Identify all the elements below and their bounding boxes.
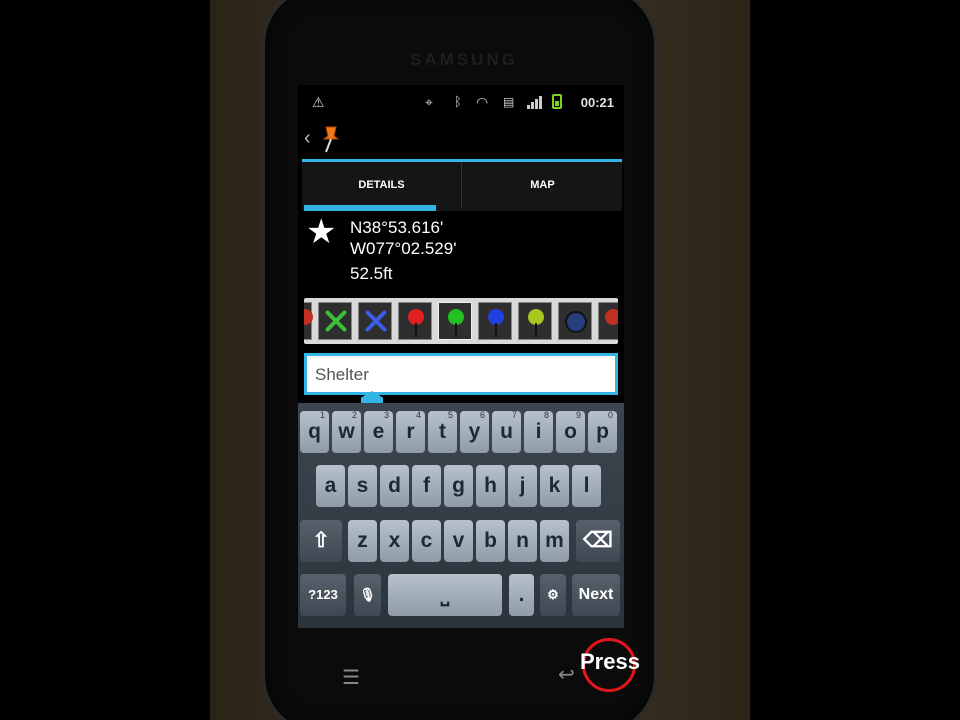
key-c[interactable]: c — [412, 520, 441, 562]
symbol-dot-navy[interactable] — [558, 302, 592, 340]
bluetooth-icon: ᛒ — [454, 94, 462, 109]
key-j[interactable]: j — [508, 465, 537, 507]
key-k[interactable]: k — [540, 465, 569, 507]
action-bar: ‹ — [298, 121, 624, 161]
key-y[interactable]: 6y — [460, 410, 489, 453]
key-u[interactable]: 7u — [492, 410, 521, 453]
signal-icon — [527, 96, 543, 109]
waypoint-name-input[interactable]: Shelter — [304, 353, 618, 395]
next-key[interactable]: Next — [572, 574, 620, 616]
microphone-icon[interactable]: 🎙 — [354, 574, 381, 616]
key-m[interactable]: m — [540, 520, 569, 562]
key-b[interactable]: b — [476, 520, 505, 562]
symbol-partial-left[interactable] — [304, 302, 313, 340]
key-t[interactable]: 5t — [428, 410, 457, 453]
symbol-pin-green[interactable] — [438, 302, 472, 340]
key-s[interactable]: s — [348, 465, 377, 507]
key-z[interactable]: z — [348, 520, 377, 562]
status-time: 00:21 — [580, 95, 614, 110]
space-key[interactable]: ⎵ — [388, 574, 502, 616]
press-label: Press — [580, 649, 640, 674]
key-q[interactable]: 1q — [300, 410, 329, 453]
key-o[interactable]: 9o — [556, 410, 585, 453]
gps-icon: ⌖ — [425, 94, 433, 110]
key-e[interactable]: 3e — [364, 410, 393, 453]
key-p[interactable]: 0p — [588, 410, 617, 453]
chevron-left-icon[interactable]: ‹ — [304, 127, 311, 150]
star-icon[interactable]: ★ — [306, 215, 336, 249]
latitude-text: N38°53.616' — [350, 218, 444, 237]
tab-map[interactable]: MAP — [463, 162, 622, 208]
settings-gear-icon[interactable]: ⚙ — [540, 574, 566, 616]
numbers-key[interactable]: ?123 — [300, 574, 346, 616]
key-i[interactable]: 8i — [524, 410, 553, 453]
symbol-x-green[interactable] — [318, 302, 352, 340]
brand-logo: SAMSUNG — [410, 50, 518, 69]
battery-icon — [552, 94, 562, 109]
key-a[interactable]: a — [316, 465, 345, 507]
menu-icon[interactable]: ☰ — [342, 665, 360, 690]
tab-bar: DETAILS MAP — [302, 159, 622, 211]
back-icon[interactable]: ↩ — [558, 662, 575, 687]
symbol-partial-right[interactable] — [598, 302, 618, 340]
key-h[interactable]: h — [476, 465, 505, 507]
key-d[interactable]: d — [380, 465, 409, 507]
shift-key[interactable]: ⇧ — [300, 520, 342, 562]
period-key[interactable]: . — [509, 574, 534, 616]
warning-icon: ⚠ — [312, 94, 325, 110]
key-f[interactable]: f — [412, 465, 441, 507]
status-bar: ⚠ ⌖ ᛒ ◠ ▤ 00:21 — [298, 85, 624, 121]
symbol-picker[interactable] — [304, 298, 618, 344]
key-n[interactable]: n — [508, 520, 537, 562]
tab-selected-indicator — [304, 205, 436, 211]
symbol-pin-yellow-green[interactable] — [518, 302, 552, 340]
elevation-text: 52.5ft — [350, 264, 393, 283]
soft-keyboard: 1q 2w 3e 4r 5t 6y 7u 8i 9o 0p a s d f g … — [298, 403, 624, 628]
symbol-x-blue[interactable] — [358, 302, 392, 340]
key-v[interactable]: v — [444, 520, 473, 562]
symbol-pin-blue[interactable] — [478, 302, 512, 340]
longitude-text: W077°02.529' — [350, 239, 457, 258]
phone-screen: ⚠ ⌖ ᛒ ◠ ▤ 00:21 ‹ DETAILS MAP ★ N38°53.6… — [298, 85, 624, 628]
key-l[interactable]: l — [572, 465, 601, 507]
sd-card-icon: ▤ — [503, 95, 515, 109]
tab-details[interactable]: DETAILS — [302, 162, 462, 208]
wifi-icon: ◠ — [476, 94, 489, 110]
pushpin-icon[interactable] — [318, 124, 340, 154]
backspace-key[interactable]: ⌫ — [576, 520, 620, 562]
key-x[interactable]: x — [380, 520, 409, 562]
key-r[interactable]: 4r — [396, 410, 425, 453]
key-w[interactable]: 2w — [332, 410, 361, 453]
key-g[interactable]: g — [444, 465, 473, 507]
symbol-pin-red[interactable] — [398, 302, 432, 340]
